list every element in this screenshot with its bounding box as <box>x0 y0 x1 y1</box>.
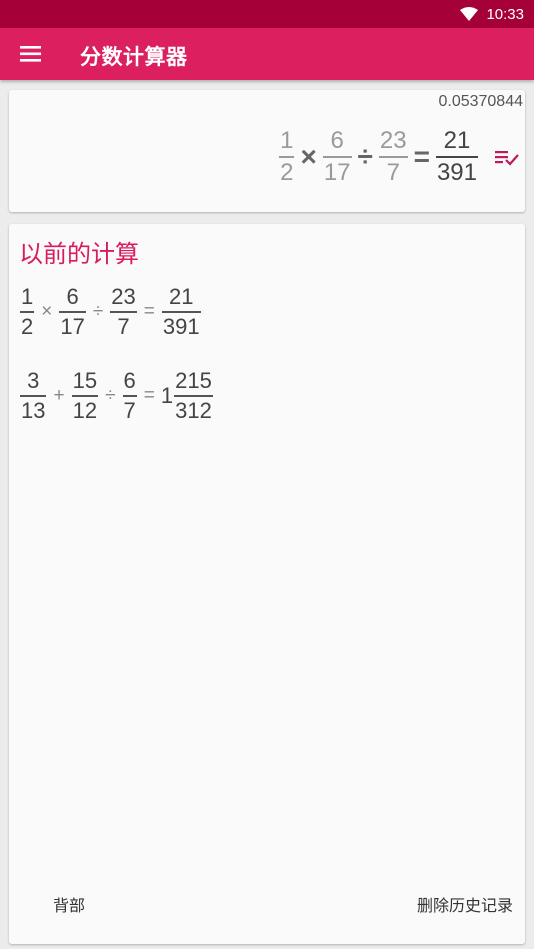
operand-fraction-3: 23 7 <box>110 284 137 339</box>
numerator: 215 <box>175 368 212 393</box>
operand-fraction-1: 1 2 <box>279 127 295 186</box>
fraction-bar <box>161 311 201 313</box>
back-button[interactable]: 背部 <box>47 888 91 920</box>
delete-history-button[interactable]: 删除历史记录 <box>411 888 519 920</box>
fraction-bar <box>20 395 47 397</box>
fraction-bar <box>322 156 352 158</box>
operand-fraction-1: 1 2 <box>20 284 35 339</box>
hamburger-icon <box>20 46 41 62</box>
denominator: 17 <box>323 159 351 186</box>
current-expression: 1 2 × 6 17 ÷ 23 7 = 21 391 <box>276 126 521 188</box>
equals-sign: = <box>143 300 155 322</box>
operator-add: + <box>53 384 65 406</box>
result-fraction: 21 391 <box>435 127 478 186</box>
numerator: 3 <box>27 368 40 393</box>
fraction-bar <box>20 311 35 313</box>
app-title: 分数计算器 <box>80 46 188 69</box>
app-toolbar: 分数计算器 <box>0 28 534 80</box>
history-title: 以前的计算 <box>19 241 139 268</box>
fraction-bar <box>122 395 137 397</box>
numerator: 21 <box>168 284 194 309</box>
operator-divide: ÷ <box>357 141 373 172</box>
numerator: 1 <box>280 127 294 154</box>
fraction-bar <box>59 311 86 313</box>
numerator: 6 <box>66 284 79 309</box>
wifi-icon <box>460 7 479 21</box>
denominator: 2 <box>280 159 294 186</box>
denominator: 7 <box>386 159 400 186</box>
history-card: 以前的计算 1 2 × 6 17 ÷ 23 7 = 21 391 3 13 + … <box>9 224 525 944</box>
fraction-bar <box>71 395 99 397</box>
history-row[interactable]: 1 2 × 6 17 ÷ 23 7 = 21 391 <box>17 286 204 338</box>
numerator: 1 <box>21 284 34 309</box>
fraction-bar <box>174 395 213 397</box>
operator-multiply: × <box>41 300 53 322</box>
result-mixed-number: 1 215 312 <box>159 370 216 422</box>
operator-divide: ÷ <box>92 300 104 322</box>
equals-sign: = <box>143 384 155 406</box>
equals-sign: = <box>413 141 430 172</box>
fraction-bar <box>435 156 478 158</box>
fraction-bar <box>378 156 408 158</box>
operand-fraction-3: 23 7 <box>378 127 408 186</box>
numerator: 6 <box>123 368 136 393</box>
menu-button[interactable] <box>10 34 50 74</box>
status-bar: 10:33 <box>0 0 534 28</box>
operand-fraction-3: 6 7 <box>122 368 137 423</box>
numerator: 23 <box>111 284 136 309</box>
operand-fraction-1: 3 13 <box>20 368 47 423</box>
operand-fraction-2: 6 17 <box>59 284 86 339</box>
fraction-bar <box>110 311 137 313</box>
fraction-bar <box>279 156 295 158</box>
denominator: 17 <box>60 313 85 339</box>
clear-list-icon[interactable] <box>493 143 521 171</box>
denominator: 13 <box>21 397 46 423</box>
numerator: 23 <box>379 127 407 154</box>
denominator: 312 <box>175 397 212 423</box>
history-row[interactable]: 3 13 + 15 12 ÷ 6 7 = 1 215 312 <box>17 370 216 422</box>
operand-fraction-2: 6 17 <box>322 127 352 186</box>
denominator: 391 <box>436 159 477 186</box>
operand-fraction-2: 15 12 <box>71 368 99 423</box>
numerator: 6 <box>330 127 344 154</box>
whole-part: 1 <box>160 382 174 408</box>
denominator: 7 <box>117 313 130 339</box>
numerator: 15 <box>72 368 98 393</box>
numerator: 21 <box>443 127 471 154</box>
denominator: 12 <box>72 397 98 423</box>
result-fraction: 215 312 <box>174 370 213 422</box>
denominator: 7 <box>123 397 136 423</box>
result-display-card: 0.05370844 1 2 × 6 17 ÷ 23 7 = 21 391 <box>9 90 525 212</box>
operator-multiply: × <box>300 141 317 172</box>
denominator: 391 <box>162 313 200 339</box>
denominator: 2 <box>21 313 34 339</box>
decimal-result: 0.05370844 <box>438 93 523 110</box>
status-time: 10:33 <box>486 5 524 23</box>
result-fraction: 21 391 <box>161 284 201 339</box>
operator-divide: ÷ <box>105 384 116 406</box>
